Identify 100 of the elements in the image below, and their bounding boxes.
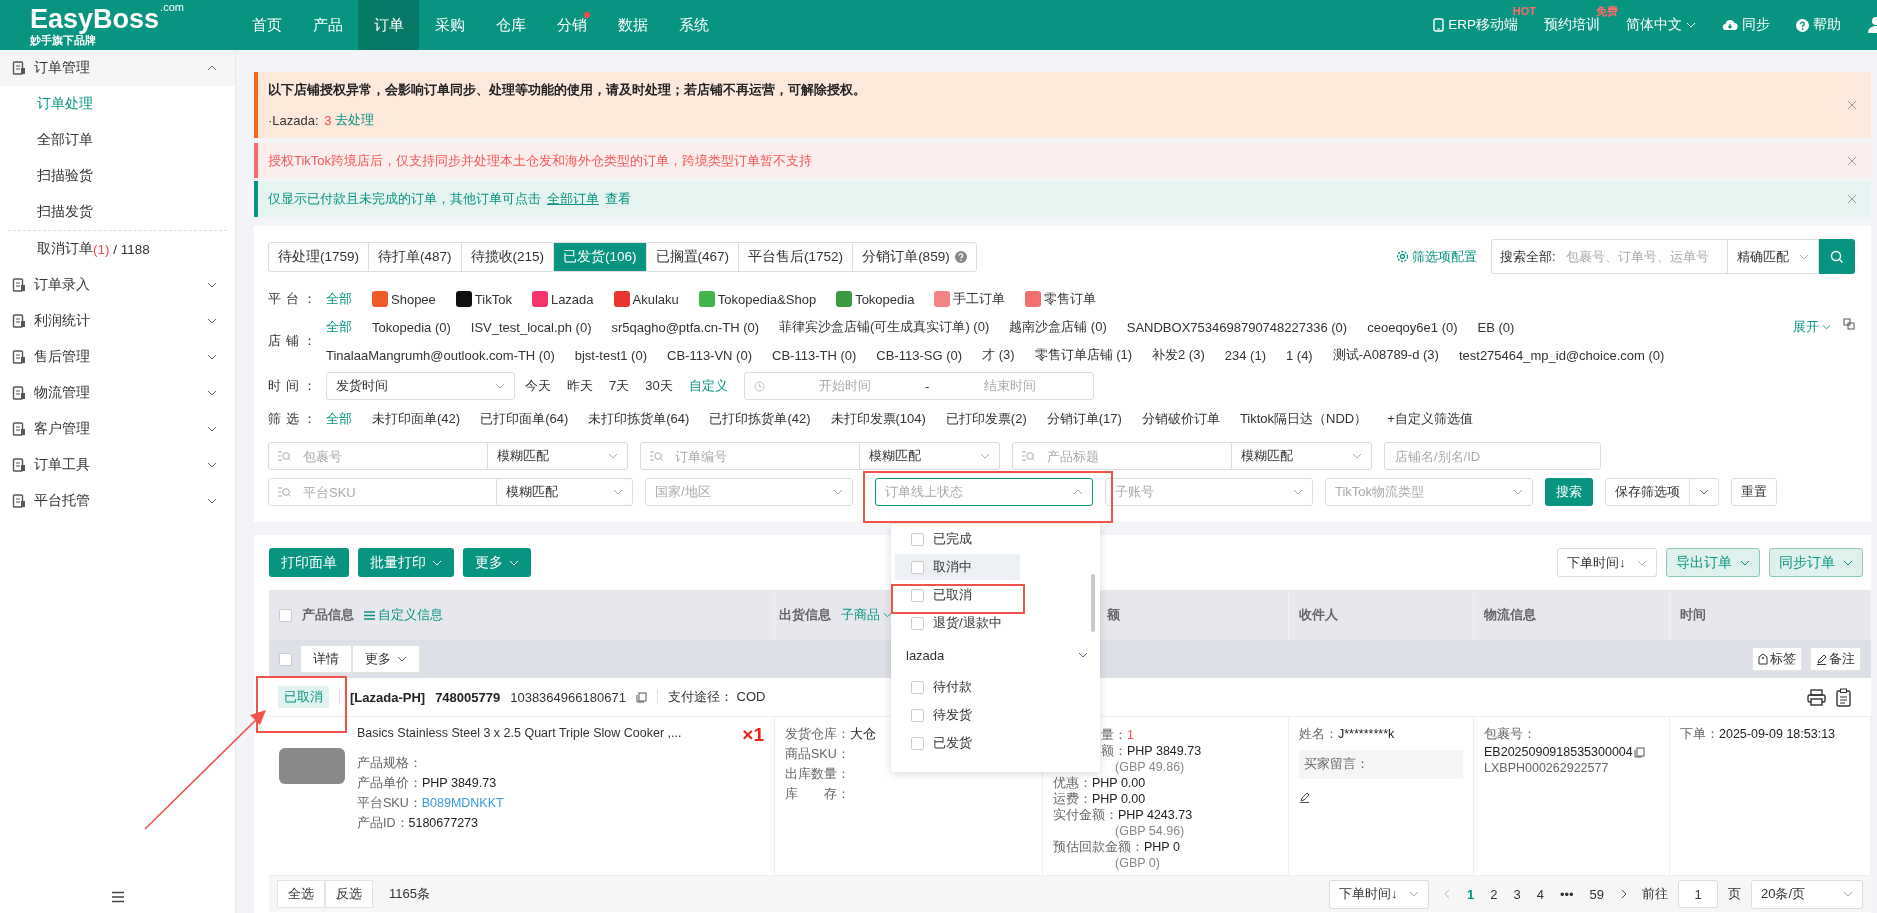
- save-options-button[interactable]: [1690, 478, 1719, 506]
- status-option[interactable]: 取消中: [895, 554, 1020, 580]
- store-option[interactable]: Tokopedia (0): [372, 319, 451, 335]
- next-page-icon[interactable]: [1621, 889, 1628, 899]
- store-option[interactable]: 全部: [326, 318, 352, 336]
- checkbox[interactable]: [911, 736, 924, 750]
- store-option[interactable]: bjst-test1 (0): [574, 347, 647, 363]
- sidebar-group[interactable]: 订单管理: [0, 50, 235, 86]
- invert-selection-button[interactable]: 反选: [325, 880, 373, 908]
- sidebar-item[interactable]: 全部订单: [0, 122, 235, 158]
- platform-option[interactable]: 手工订单: [934, 290, 1006, 308]
- store-option[interactable]: 补发2 (3): [1152, 346, 1205, 364]
- pencil-icon[interactable]: [1299, 792, 1310, 803]
- store-option[interactable]: EB (0): [1477, 319, 1515, 335]
- status-tab[interactable]: 平台售后(1752): [739, 242, 854, 271]
- platform-option[interactable]: Lazada: [531, 291, 594, 307]
- page-number[interactable]: 2: [1487, 886, 1501, 902]
- nav-tab[interactable]: 采购: [419, 0, 480, 50]
- sidebar-item[interactable]: 取消订单(1) / 1188: [8, 230, 227, 267]
- store-option[interactable]: ISV_test_local.ph (0): [470, 319, 592, 335]
- nav-tab[interactable]: 分销: [541, 0, 602, 50]
- checkbox[interactable]: [911, 532, 924, 546]
- previous-page-icon[interactable]: [1442, 889, 1450, 899]
- copy-icon[interactable]: [635, 691, 647, 703]
- checkbox[interactable]: [279, 608, 292, 622]
- logo[interactable]: EasyBoss: [30, 3, 160, 34]
- sort-select[interactable]: 下单时间↓: [1328, 879, 1429, 909]
- platform-option[interactable]: Akulaku: [613, 291, 679, 307]
- checkbox[interactable]: [911, 588, 924, 602]
- search-field[interactable]: 平台SKU: [268, 478, 497, 506]
- match-select[interactable]: 模糊匹配: [488, 442, 628, 470]
- input-field[interactable]: 店铺名/别名/ID: [1384, 442, 1601, 470]
- date-preset[interactable]: 7天: [609, 377, 630, 395]
- store-option[interactable]: 1 (4): [1285, 347, 1313, 363]
- note-button[interactable]: 备注: [1810, 647, 1861, 671]
- match-select[interactable]: 模糊匹配: [1232, 442, 1372, 470]
- detail-button[interactable]: 详情: [300, 645, 352, 673]
- match-select[interactable]: 模糊匹配: [860, 442, 1000, 470]
- store-option[interactable]: 234 (1): [1224, 347, 1266, 363]
- quick-filter-option[interactable]: 未打印面单(42): [372, 410, 461, 428]
- sidebar-group[interactable]: 售后管理: [0, 339, 235, 375]
- search-field[interactable]: 包裹号: [268, 442, 488, 470]
- date-preset[interactable]: 今天: [525, 377, 551, 395]
- store-option[interactable]: sr5qagho@ptfa.cn-TH (0): [611, 319, 760, 335]
- sidebar-group[interactable]: 物流管理: [0, 375, 235, 411]
- platform-option[interactable]: Shopee: [372, 291, 436, 307]
- close-icon[interactable]: [1847, 100, 1857, 110]
- platform-option[interactable]: Tokopedia: [836, 291, 915, 307]
- action-button[interactable]: 打印面单: [269, 548, 349, 577]
- quick-filter-option[interactable]: 已打印面单(64): [480, 410, 569, 428]
- store-option[interactable]: ceoeqoy6e1 (0): [1367, 319, 1458, 335]
- checkbox[interactable]: [911, 680, 924, 694]
- nav-tab[interactable]: 数据: [602, 0, 663, 50]
- store-option[interactable]: 零售订单店铺 (1): [1034, 346, 1133, 364]
- nav-tab[interactable]: 系统: [663, 0, 724, 50]
- expand-link[interactable]: 展开: [1793, 318, 1831, 336]
- toolbar-link[interactable]: ERP移动端: [1433, 16, 1518, 34]
- close-icon[interactable]: [1847, 155, 1857, 166]
- action-button[interactable]: 更多: [463, 548, 531, 577]
- copy-icon[interactable]: [1633, 746, 1645, 758]
- status-tab[interactable]: 待处理(1759): [269, 242, 370, 271]
- checkbox[interactable]: [911, 708, 924, 722]
- page-number[interactable]: 1: [1463, 886, 1478, 902]
- sidebar-group[interactable]: 订单录入: [0, 267, 235, 303]
- toolbar-link[interactable]: 同步: [1722, 16, 1770, 34]
- action-button[interactable]: 批量打印: [358, 548, 454, 577]
- reset-button[interactable]: 重置: [1731, 478, 1777, 506]
- page-size-select[interactable]: 20条/页: [1751, 879, 1863, 909]
- sidebar-group[interactable]: 利润统计: [0, 303, 235, 339]
- close-icon[interactable]: [1847, 194, 1857, 204]
- status-tab[interactable]: 分销订单(859): [853, 242, 976, 271]
- quick-filter-option[interactable]: 已打印拣货单(42): [709, 410, 811, 428]
- menu-icon[interactable]: [110, 891, 125, 903]
- quick-filter-option[interactable]: Tiktok隔日达（NDD）: [1239, 410, 1368, 428]
- store-option[interactable]: test275464_mp_id@choice.com (0): [1458, 347, 1665, 363]
- scrollbar[interactable]: [1091, 574, 1095, 632]
- store-option[interactable]: CB-113-TH (0): [772, 347, 857, 363]
- store-option[interactable]: CB-113-VN (0): [667, 347, 752, 363]
- toolbar-link[interactable]: 简体中文: [1626, 16, 1696, 34]
- match-select[interactable]: 模糊匹配: [497, 478, 633, 506]
- search-field[interactable]: 订单编号: [640, 442, 860, 470]
- add-filter-link[interactable]: +自定义筛选值: [1387, 410, 1473, 428]
- printer-icon[interactable]: [1807, 688, 1826, 706]
- platform-group[interactable]: lazada: [891, 638, 1100, 672]
- search-button[interactable]: 搜索: [1545, 478, 1593, 506]
- store-option[interactable]: 菲律宾沙盒店铺(可生成真实订单) (0): [779, 318, 990, 336]
- search-input[interactable]: 包裹号、订单号、运单号: [1563, 248, 1719, 265]
- quick-filter-option[interactable]: 全部: [326, 410, 352, 428]
- match-select[interactable]: 精确匹配: [1727, 239, 1819, 274]
- time-type-select[interactable]: 发货时间: [326, 372, 515, 400]
- quick-filter-option[interactable]: 未打印发票(104): [830, 410, 926, 428]
- product-title[interactable]: Basics Stainless Steel 3 x 2.5 Quart Triple Slow Cooker ,...: [357, 726, 682, 740]
- clipboard-icon[interactable]: [1836, 687, 1851, 707]
- store-option[interactable]: 才 (3): [982, 346, 1015, 364]
- platform-option[interactable]: TikTok: [455, 291, 512, 307]
- date-range-field[interactable]: 开始时间 - 结束时间: [743, 372, 1094, 400]
- sidebar-group[interactable]: 客户管理: [0, 411, 235, 447]
- quick-filter-option[interactable]: 未打印拣货单(64): [588, 410, 690, 428]
- quick-filter-option[interactable]: 分销破价订单: [1141, 410, 1220, 428]
- status-tab[interactable]: 待打单(487): [369, 242, 462, 271]
